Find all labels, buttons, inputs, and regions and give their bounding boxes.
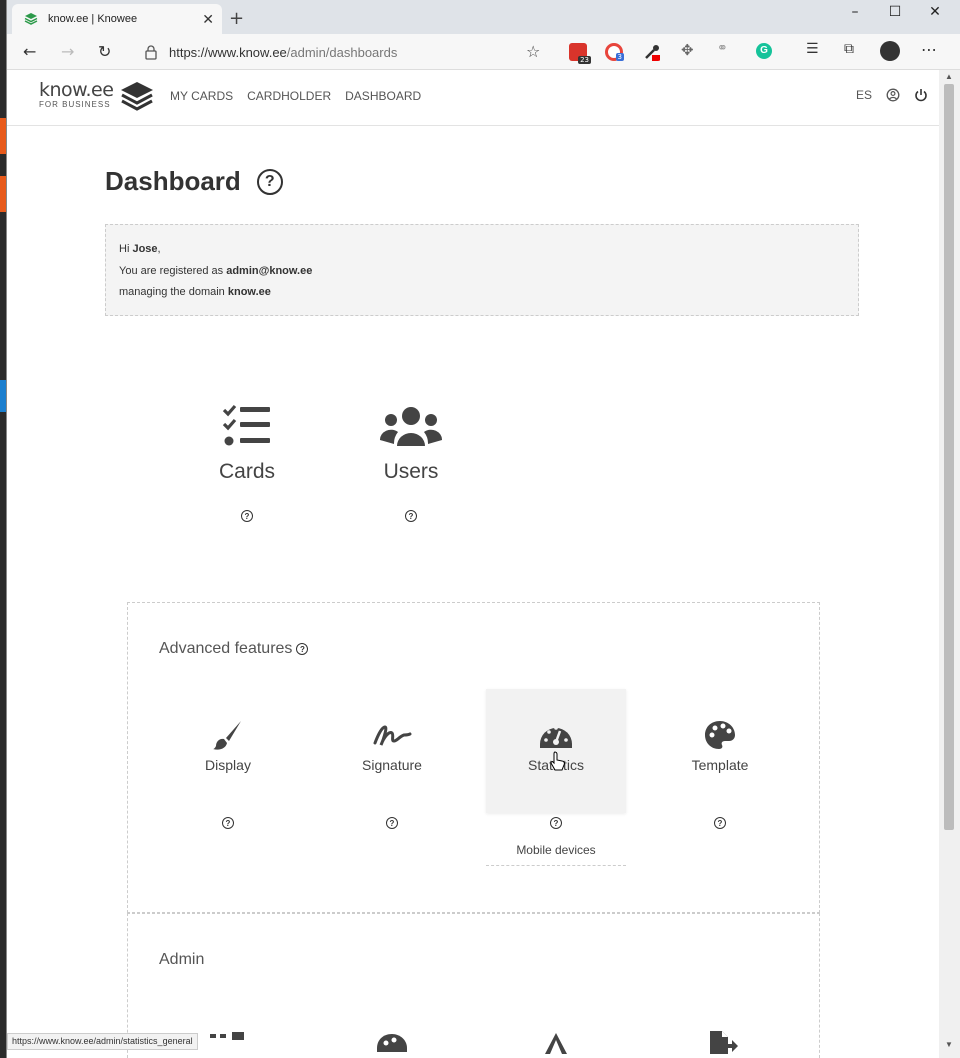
users-icon — [380, 407, 442, 446]
calendar-extension-icon[interactable]: 23 — [569, 43, 591, 64]
url-field[interactable]: https://www.know.ee/admin/dashboards — [135, 39, 559, 65]
user-name: Jose — [132, 243, 158, 255]
help-icon[interactable]: ? — [405, 510, 417, 522]
nav-cardholder[interactable]: CARDHOLDER — [247, 89, 331, 103]
help-icon[interactable]: ? — [386, 817, 398, 829]
favorites-list-icon[interactable]: ☰ — [806, 41, 819, 57]
help-icon[interactable]: ? — [714, 817, 726, 829]
feature-display[interactable]: Display ? — [158, 689, 298, 829]
tasks-icon — [222, 404, 270, 446]
page-scrollbar[interactable]: ▲ ▼ — [939, 70, 960, 1058]
nav-my-cards[interactable]: MY CARDS — [170, 89, 233, 103]
move-extension-icon[interactable]: ✥ — [681, 41, 694, 59]
tachometer-icon — [540, 726, 572, 748]
feature-cards[interactable]: Cards ? — [197, 404, 297, 522]
site-header: know.ee FOR BUSINESS MY CARDS CARDHOLDER… — [7, 70, 940, 126]
greeting-line-3: managing the domain know.ee — [119, 286, 271, 298]
brand-logo[interactable]: know.ee FOR BUSINESS — [39, 79, 114, 109]
browser-window: know.ee | Knowee ✕ + – ☐ ✕ ← → ↻ https:/… — [6, 0, 960, 1058]
statistics-mobile-devices-link[interactable]: Mobile devices — [486, 843, 626, 866]
grammarly-extension-icon[interactable]: G — [756, 43, 772, 59]
help-icon[interactable]: ? — [256, 168, 283, 195]
feature-template-label: Template — [691, 757, 749, 773]
nav-dashboard[interactable]: DASHBOARD — [345, 89, 421, 103]
feature-users-label: Users — [383, 460, 439, 483]
greeting-line-1: Hi Jose, — [119, 243, 161, 255]
page-title: Dashboard ? — [105, 166, 283, 197]
layers-logo-icon — [121, 82, 153, 111]
new-tab-icon[interactable]: + — [229, 8, 244, 29]
paint-brush-icon — [213, 721, 241, 750]
favorite-star-icon[interactable]: ☆ — [526, 42, 540, 61]
refresh-icon[interactable]: ↻ — [98, 42, 111, 61]
brand-subtitle: FOR BUSINESS — [39, 100, 111, 109]
help-icon[interactable]: ? — [550, 817, 562, 829]
forward-icon[interactable]: → — [61, 42, 74, 61]
help-icon[interactable]: ? — [296, 643, 309, 655]
font-icon — [545, 1033, 567, 1054]
status-bar-url: https://www.know.ee/admin/statistics_gen… — [7, 1033, 198, 1050]
user-domain: know.ee — [227, 286, 271, 298]
back-icon[interactable]: ← — [23, 42, 36, 61]
brand-name: know.ee — [39, 79, 114, 101]
admin-title: Admin — [159, 951, 205, 968]
lock-icon — [145, 45, 157, 60]
palette-icon — [705, 721, 735, 749]
feature-users[interactable]: Users ? — [361, 404, 461, 522]
help-icon[interactable]: ? — [222, 817, 234, 829]
admin-section: Admin — [127, 913, 820, 1058]
eyedropper-extension-icon[interactable] — [643, 43, 661, 61]
greeting-panel: Hi Jose, You are registered as admin@kno… — [105, 224, 859, 316]
url-host: https://www.know.ee — [169, 44, 287, 60]
scroll-down-icon[interactable]: ▼ — [945, 1040, 953, 1049]
pocket-extension-icon[interactable]: 3 — [605, 43, 624, 61]
sitemap-icon — [210, 1032, 244, 1040]
window-close-icon[interactable]: ✕ — [915, 4, 955, 20]
address-bar-row: ← → ↻ https://www.know.ee/admin/dashboar… — [7, 34, 960, 70]
tab-bar: know.ee | Knowee ✕ + – ☐ ✕ — [7, 0, 960, 34]
help-icon[interactable]: ? — [241, 510, 253, 522]
greeting-line-2: You are registered as admin@know.ee — [119, 264, 313, 277]
minimize-icon[interactable]: – — [835, 4, 875, 20]
header-actions: ES — [856, 88, 928, 102]
user-email: admin@know.ee — [226, 264, 313, 277]
knowee-favicon-icon — [24, 13, 38, 25]
language-switch[interactable]: ES — [856, 88, 872, 102]
collections-icon[interactable]: ⧉ — [844, 41, 854, 57]
tab-close-icon[interactable]: ✕ — [202, 11, 214, 28]
feature-signature-label: Signature — [362, 757, 422, 773]
palette-icon — [377, 1034, 407, 1052]
advanced-features-section: Advanced features ? Display ? Signature … — [127, 602, 820, 913]
main-nav: MY CARDS CARDHOLDER DASHBOARD — [170, 89, 421, 103]
profile-avatar[interactable] — [880, 41, 900, 61]
account-icon[interactable] — [886, 88, 900, 102]
feature-cards-label: Cards — [218, 460, 276, 483]
feature-signature[interactable]: Signature ? — [322, 689, 462, 829]
page-title-text: Dashboard — [105, 166, 241, 196]
more-menu-icon[interactable]: ⋯ — [921, 40, 937, 59]
logout-power-icon[interactable] — [914, 88, 928, 102]
tab-title: know.ee | Knowee — [48, 13, 138, 25]
url-path: /admin/dashboards — [286, 44, 398, 60]
file-export-icon — [710, 1031, 738, 1054]
signature-icon — [373, 725, 412, 746]
maximize-icon[interactable]: ☐ — [875, 4, 915, 20]
link-extension-icon[interactable]: ⚭ — [717, 41, 728, 56]
browser-tab[interactable]: know.ee | Knowee ✕ — [12, 4, 222, 34]
advanced-features-title: Advanced features ? — [159, 640, 309, 658]
scroll-thumb[interactable] — [944, 84, 954, 830]
hand-cursor-icon — [550, 751, 565, 771]
feature-display-label: Display — [205, 757, 251, 773]
scroll-up-icon[interactable]: ▲ — [945, 72, 953, 81]
feature-template[interactable]: Template ? — [650, 689, 790, 829]
